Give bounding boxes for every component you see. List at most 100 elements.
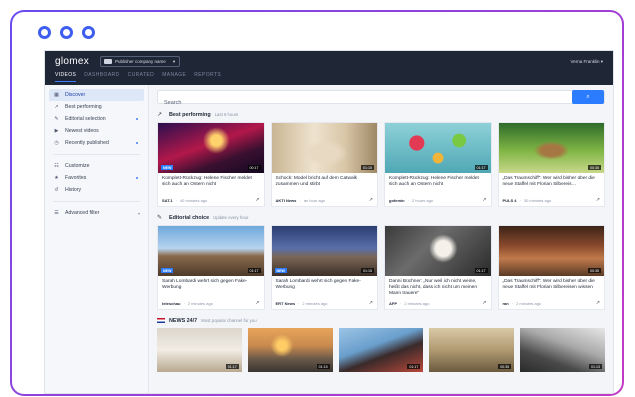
search-bar: ⌕ xyxy=(157,90,605,109)
video-title[interactable]: „Das Traumschiff“: Wer wird bisher über … xyxy=(499,173,605,197)
video-thumbnail[interactable]: 00:35 xyxy=(498,226,604,276)
trend-icon: ↗ xyxy=(595,300,600,306)
video-card[interactable]: NEW 00:17 Komplett-Rückzug: Helene Fisch… xyxy=(157,122,265,207)
flag-icon xyxy=(157,318,165,323)
window-controls xyxy=(38,26,95,39)
video-thumbnail[interactable]: 01:13 xyxy=(520,328,605,372)
section-header-best-performing: ↗ Best performing Last 6 hours xyxy=(157,110,605,119)
video-title[interactable]: Danni Büchner: „Nur weil ich nicht weine… xyxy=(385,276,491,300)
sidebar-item-label: Favorites xyxy=(65,175,87,181)
trend-icon: ↗ xyxy=(368,197,373,203)
video-title[interactable]: Schock: Model bricht auf dem Catwalk zus… xyxy=(272,173,378,197)
trend-icon: ↗ xyxy=(255,197,260,203)
video-source: AKTI News xyxy=(275,197,297,203)
video-source: gofemin xyxy=(389,197,405,203)
sidebar-item-discover[interactable]: ▦ Discover xyxy=(49,89,144,101)
video-source: PULS 4 xyxy=(502,197,517,203)
sidebar-item-advanced-filter[interactable]: ☰ Advanced filter ▾ xyxy=(45,207,148,219)
video-card[interactable]: NEW 01:17 Sarah Lombardi wehrt sich gege… xyxy=(157,225,265,310)
video-thumbnail[interactable]: 01:15 xyxy=(247,328,333,372)
meta-separator: · xyxy=(400,300,402,306)
user-menu[interactable]: Verna Franklin ▾ xyxy=(570,59,603,65)
window-dot-1[interactable] xyxy=(38,26,51,39)
duration-label: 00:35 xyxy=(498,364,512,369)
publisher-badge-icon xyxy=(104,59,112,64)
main-nav: VIDEOS DASHBOARD CURATED MANAGE REPORTS xyxy=(55,72,221,82)
section-title: Editorial choice xyxy=(169,214,210,221)
video-time: 30 minutes ago xyxy=(523,197,552,203)
top-bar: glomex Publisher company name ▼ VIDEOS D… xyxy=(45,51,613,85)
tab-manage[interactable]: MANAGE xyxy=(162,72,186,82)
search-button[interactable]: ⌕ xyxy=(572,90,604,104)
section-title: Best performing xyxy=(169,111,211,118)
tab-reports[interactable]: REPORTS xyxy=(194,72,221,82)
grid-icon: ▦ xyxy=(54,92,59,98)
sidebar-item-label: Discover xyxy=(65,92,86,98)
video-title[interactable]: Sarah Lombardi wehrt sich gegen Fake-Wer… xyxy=(272,276,378,300)
sidebar-item-favorites[interactable]: ★ Favorites xyxy=(45,172,148,184)
tab-dashboard[interactable]: DASHBOARD xyxy=(84,72,119,82)
user-name: Verna Franklin xyxy=(570,59,600,64)
video-title[interactable]: Sarah Lombardi wehrt sich gegen Fake-Wer… xyxy=(158,276,264,300)
video-thumbnail[interactable]: 01:17 xyxy=(157,328,242,372)
video-source: teleschau xyxy=(162,300,181,306)
video-thumbnail[interactable]: NEW 01:15 xyxy=(271,226,377,276)
video-card[interactable]: 01:15 Schock: Model bricht auf dem Catwa… xyxy=(270,122,378,207)
tab-curated[interactable]: CURATED xyxy=(128,72,155,82)
video-title[interactable]: Komplett-Rückzug: Helene Fischer meldet … xyxy=(158,173,264,197)
video-card[interactable]: NEW 01:15 Sarah Lombardi wehrt sich gege… xyxy=(270,225,378,310)
duration-label: 01:15 xyxy=(361,268,374,273)
duration-label: 01:17 xyxy=(225,364,239,369)
duration-label: 01:13 xyxy=(588,364,602,369)
video-title[interactable]: „Das Traumschiff“: Wer wird bisher über … xyxy=(499,276,605,300)
video-source: SAT.1 xyxy=(162,197,173,203)
video-source: ran xyxy=(502,300,509,306)
video-thumbnail[interactable]: 00:35 xyxy=(498,123,604,173)
video-time: 40 minutes ago xyxy=(179,197,208,203)
video-meta: teleschau · 2 minutes ago ↗ xyxy=(158,300,264,309)
video-thumbnail[interactable]: NEW 01:17 xyxy=(158,226,264,276)
sidebar-item-newest-videos[interactable]: ▶ Newest videos xyxy=(45,125,148,137)
video-card[interactable]: 00:35 „Das Traumschiff“: Wer wird bisher… xyxy=(497,225,605,310)
sidebar-item-best-performing[interactable]: ↗ Best performing xyxy=(45,101,148,113)
sidebar-item-editorial-selection[interactable]: ✎ Editorial selection xyxy=(45,113,148,125)
video-card[interactable]: 01:17 Komplett-Rückzug: Helene Fischer m… xyxy=(384,122,492,207)
video-title[interactable]: Komplett-Rückzug: Helene Fischer meldet … xyxy=(385,173,491,197)
sidebar-item-customize[interactable]: ☷ Customize xyxy=(45,160,148,172)
duration-label: 00:17 xyxy=(247,165,261,170)
star-icon: ★ xyxy=(54,175,59,181)
search-input[interactable] xyxy=(158,97,578,109)
sidebar-item-history[interactable]: ↺ History xyxy=(45,184,148,196)
meta-separator: · xyxy=(183,300,185,306)
video-card[interactable]: 00:35 „Das Traumschiff“: Wer wird bisher… xyxy=(497,122,605,207)
sidebar-item-recently-published[interactable]: ◷ Recently published xyxy=(45,137,148,149)
section-subtitle: Most popular channel for you xyxy=(201,318,257,323)
video-meta: ran · 2 minutes ago ↗ xyxy=(499,300,605,309)
video-thumbnail[interactable]: 01:17 xyxy=(385,123,491,173)
video-meta: AKTI News · an hour ago ↗ xyxy=(272,197,378,206)
tab-videos[interactable]: VIDEOS xyxy=(55,72,77,82)
publisher-selector[interactable]: Publisher company name ▼ xyxy=(100,56,180,67)
clock-icon: ◷ xyxy=(54,140,59,146)
pen-icon: ✎ xyxy=(157,215,163,221)
video-source: ERT News xyxy=(275,300,296,306)
sidebar-divider xyxy=(53,154,140,155)
duration-label: 01:15 xyxy=(361,165,374,170)
meta-separator: · xyxy=(298,300,300,306)
main-content: ⌕ ↗ Best performing Last 6 hours NEW 00:… xyxy=(149,85,613,393)
duration-label: 00:35 xyxy=(588,165,601,170)
logo[interactable]: glomex xyxy=(55,56,89,67)
video-time: 2 minutes ago xyxy=(516,300,542,306)
app-window: glomex Publisher company name ▼ VIDEOS D… xyxy=(44,50,614,394)
window-dot-3[interactable] xyxy=(82,26,95,39)
sidebar-item-label: Editorial selection xyxy=(65,116,106,122)
video-thumbnail[interactable]: NEW 00:17 xyxy=(158,123,264,173)
window-dot-2[interactable] xyxy=(60,26,73,39)
notification-dot xyxy=(135,176,138,180)
video-card[interactable]: 01:17 Danni Büchner: „Nur weil ich nicht… xyxy=(384,225,492,310)
video-thumbnail[interactable]: 01:15 xyxy=(271,123,377,173)
meta-separator: · xyxy=(175,197,177,203)
video-thumbnail[interactable]: 00:35 xyxy=(429,328,515,372)
video-thumbnail[interactable]: 01:17 xyxy=(385,226,491,276)
video-thumbnail[interactable]: 01:17 xyxy=(338,328,424,372)
